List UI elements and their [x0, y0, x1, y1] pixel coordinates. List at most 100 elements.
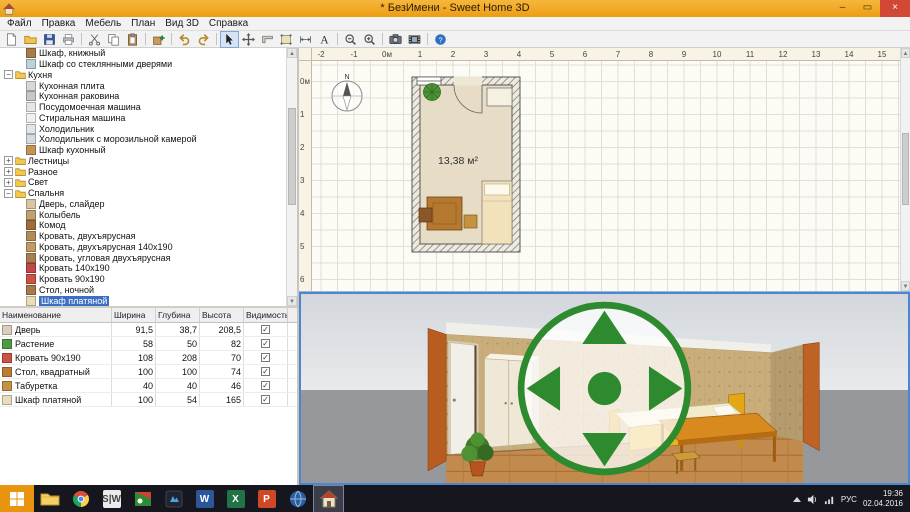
plan-scrollbar[interactable]	[900, 48, 910, 291]
plan-canvas[interactable]: N	[312, 61, 900, 291]
taskbar-powerpoint[interactable]: P	[251, 485, 282, 512]
visibility-checkbox[interactable]: ✓	[261, 353, 270, 362]
visibility-checkbox[interactable]: ✓	[261, 367, 270, 376]
furniture-row[interactable]: Кровать 90x19010820870✓	[0, 351, 297, 365]
catalog-item-krovat-140[interactable]: Кровать 140x190	[0, 263, 286, 274]
catalog-item-rakovina[interactable]: Кухонная раковина	[0, 91, 286, 102]
catalog-item-shkaf-platyanoy[interactable]: Шкаф платяной	[0, 295, 286, 306]
catalog-item-plita[interactable]: Кухонная плита	[0, 80, 286, 91]
catalog-item-shkaf-steklo[interactable]: Шкаф со стеклянными дверями	[0, 59, 286, 70]
catalog-scrollbar[interactable]	[286, 48, 297, 306]
catalog-item-shkaf-knizhny[interactable]: Шкаф, книжный	[0, 48, 286, 59]
tree-expand-handle[interactable]: +	[4, 156, 13, 165]
taskbar-start[interactable]	[0, 485, 34, 512]
scroll-down-icon[interactable]	[287, 296, 297, 306]
menu-item-plan[interactable]: План	[126, 17, 160, 30]
catalog-item-krovat-2yarus[interactable]: Кровать, двухъярусная	[0, 231, 286, 242]
toolbar-open-button[interactable]	[21, 31, 40, 48]
toolbar-help-button[interactable]: ?	[431, 31, 450, 48]
catalog-item-holodilnik-moroz[interactable]: Холодильник с морозильной камерой	[0, 134, 286, 145]
plan-wardrobe[interactable]	[487, 88, 512, 106]
volume-icon[interactable]	[807, 494, 818, 505]
catalog-item-stiralka[interactable]: Стиральная машина	[0, 113, 286, 124]
catalog-category-lestnitsy[interactable]: +Лестницы	[0, 156, 286, 167]
network-icon[interactable]	[824, 494, 835, 505]
tree-collapse-handle[interactable]: −	[4, 70, 13, 79]
taskbar-excel[interactable]: X	[220, 485, 251, 512]
toolbar-copy-button[interactable]	[104, 31, 123, 48]
plan-bed[interactable]	[482, 181, 512, 244]
tree-expand-handle[interactable]: +	[4, 167, 13, 176]
toolbar-save-button[interactable]	[40, 31, 59, 48]
tree-collapse-handle[interactable]: −	[4, 189, 13, 198]
toolbar-video-button[interactable]	[405, 31, 424, 48]
catalog-category-raznoe[interactable]: +Разное	[0, 166, 286, 177]
catalog-item-dver-slider[interactable]: Дверь, слайдер	[0, 199, 286, 210]
toolbar-print-button[interactable]	[59, 31, 78, 48]
toolbar-select-button[interactable]	[220, 31, 239, 48]
toolbar-add-text-button[interactable]: A	[315, 31, 334, 48]
toolbar-cut-button[interactable]	[85, 31, 104, 48]
catalog-item-komod[interactable]: Комод	[0, 220, 286, 231]
toolbar-paste-button[interactable]	[123, 31, 142, 48]
column-header-0[interactable]: Наименование	[0, 308, 112, 322]
minimize-button[interactable]: –	[830, 0, 855, 17]
plan-chair[interactable]	[419, 208, 432, 222]
toolbar-redo-button[interactable]	[194, 31, 213, 48]
menu-item-view3d[interactable]: Вид 3D	[160, 17, 204, 30]
taskbar-sweet-home-3d[interactable]	[313, 485, 344, 512]
toolbar-create-dimensions-button[interactable]	[296, 31, 315, 48]
catalog-item-stol-nochnoy[interactable]: Стол, ночной	[0, 285, 286, 296]
catalog-item-shkaf-kuhonny[interactable]: Шкаф кухонный	[0, 145, 286, 156]
plan-compass[interactable]: N	[332, 74, 362, 111]
furniture-row[interactable]: Табуретка404046✓	[0, 379, 297, 393]
taskbar-dark-app[interactable]	[158, 485, 189, 512]
furniture-row[interactable]: Шкаф платяной10054165✓	[0, 393, 297, 407]
menu-item-help[interactable]: Справка	[204, 17, 253, 30]
menu-item-file[interactable]: Файл	[2, 17, 37, 30]
toolbar-pan-button[interactable]	[239, 31, 258, 48]
furniture-row[interactable]: Стол, квадратный10010074✓	[0, 365, 297, 379]
toolbar-zoom-in-button[interactable]	[360, 31, 379, 48]
toolbar-undo-button[interactable]	[175, 31, 194, 48]
plan-stool[interactable]	[464, 215, 477, 228]
plan-plant[interactable]	[424, 84, 441, 101]
visibility-checkbox[interactable]: ✓	[261, 325, 270, 334]
toolbar-create-walls-button[interactable]	[258, 31, 277, 48]
visibility-checkbox[interactable]: ✓	[261, 381, 270, 390]
toolbar-new-plan-button[interactable]	[2, 31, 21, 48]
catalog-category-svet[interactable]: +Свет	[0, 177, 286, 188]
visibility-checkbox[interactable]: ✓	[261, 395, 270, 404]
tree-expand-handle[interactable]: +	[4, 178, 13, 187]
toolbar-photo-button[interactable]	[386, 31, 405, 48]
column-header-4[interactable]: Видимость	[244, 308, 288, 322]
scroll-down-icon[interactable]	[901, 281, 910, 291]
column-header-1[interactable]: Ширина	[112, 308, 156, 322]
menu-item-edit[interactable]: Правка	[37, 17, 81, 30]
column-header-3[interactable]: Высота	[200, 308, 244, 322]
catalog-item-kolybel[interactable]: Колыбель	[0, 209, 286, 220]
catalog-item-krovat-2yarus-140[interactable]: Кровать, двухъярусная 140x190	[0, 242, 286, 253]
catalog-item-posudomoika[interactable]: Посудомоечная машина	[0, 102, 286, 113]
toolbar-zoom-out-button[interactable]	[341, 31, 360, 48]
taskbar-chrome[interactable]	[65, 485, 96, 512]
close-button[interactable]: ×	[880, 0, 910, 17]
visibility-checkbox[interactable]: ✓	[261, 339, 270, 348]
taskbar-word[interactable]: W	[189, 485, 220, 512]
scroll-up-icon[interactable]	[901, 48, 910, 58]
taskbar-clock[interactable]: 19:36 02.04.2016	[863, 489, 903, 509]
language-indicator[interactable]: РУС	[841, 495, 857, 504]
catalog-category-kuhnya[interactable]: −Кухня	[0, 70, 286, 81]
catalog-item-holodilnik[interactable]: Холодильник	[0, 123, 286, 134]
view-3d[interactable]	[299, 292, 910, 485]
navigation-arrows-icon[interactable]	[301, 294, 908, 483]
taskbar-media-app[interactable]	[127, 485, 158, 512]
menu-item-furniture[interactable]: Мебель	[80, 17, 126, 30]
maximize-button[interactable]: ▭	[855, 0, 880, 17]
column-header-2[interactable]: Глубина	[156, 308, 200, 322]
plan-scrollbar-thumb[interactable]	[902, 133, 909, 205]
toolbar-add-furniture-button[interactable]	[149, 31, 168, 48]
toolbar-create-rooms-button[interactable]	[277, 31, 296, 48]
scroll-up-icon[interactable]	[287, 48, 297, 58]
catalog-item-krovat-90[interactable]: Кровать 90x190	[0, 274, 286, 285]
